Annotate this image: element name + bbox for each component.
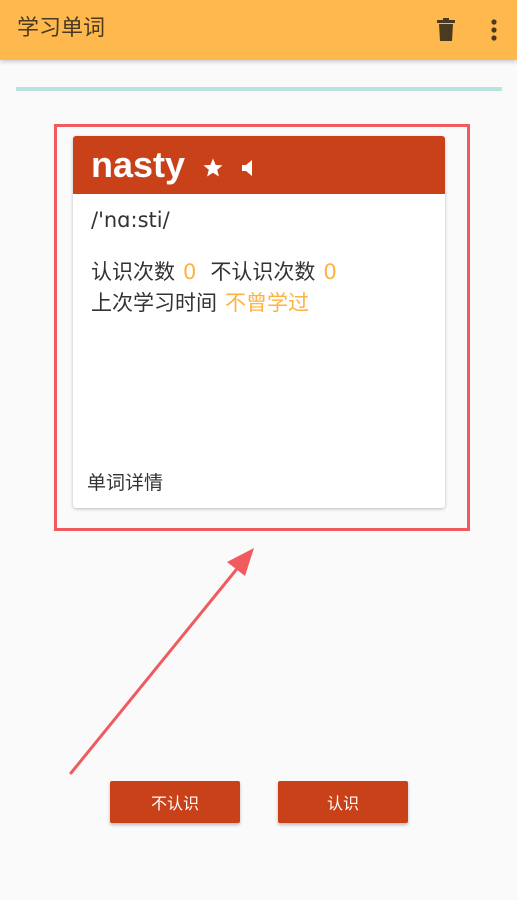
annotation-highlight-box	[54, 124, 470, 531]
study-words-screen: 学习单词 nasty /'nɑ:sti/ 认识次数 0 不认识次数 0 上次学习…	[0, 0, 517, 900]
app-toolbar: 学习单词	[0, 0, 517, 60]
trash-icon	[437, 18, 455, 41]
more-options-button[interactable]	[480, 16, 508, 44]
know-button[interactable]: 认识	[278, 781, 408, 823]
page-title: 学习单词	[17, 16, 106, 41]
delete-button[interactable]	[432, 16, 460, 44]
more-vert-icon	[491, 19, 497, 41]
study-progress-bar	[16, 87, 502, 91]
dont-know-button[interactable]: 不认识	[110, 781, 240, 823]
